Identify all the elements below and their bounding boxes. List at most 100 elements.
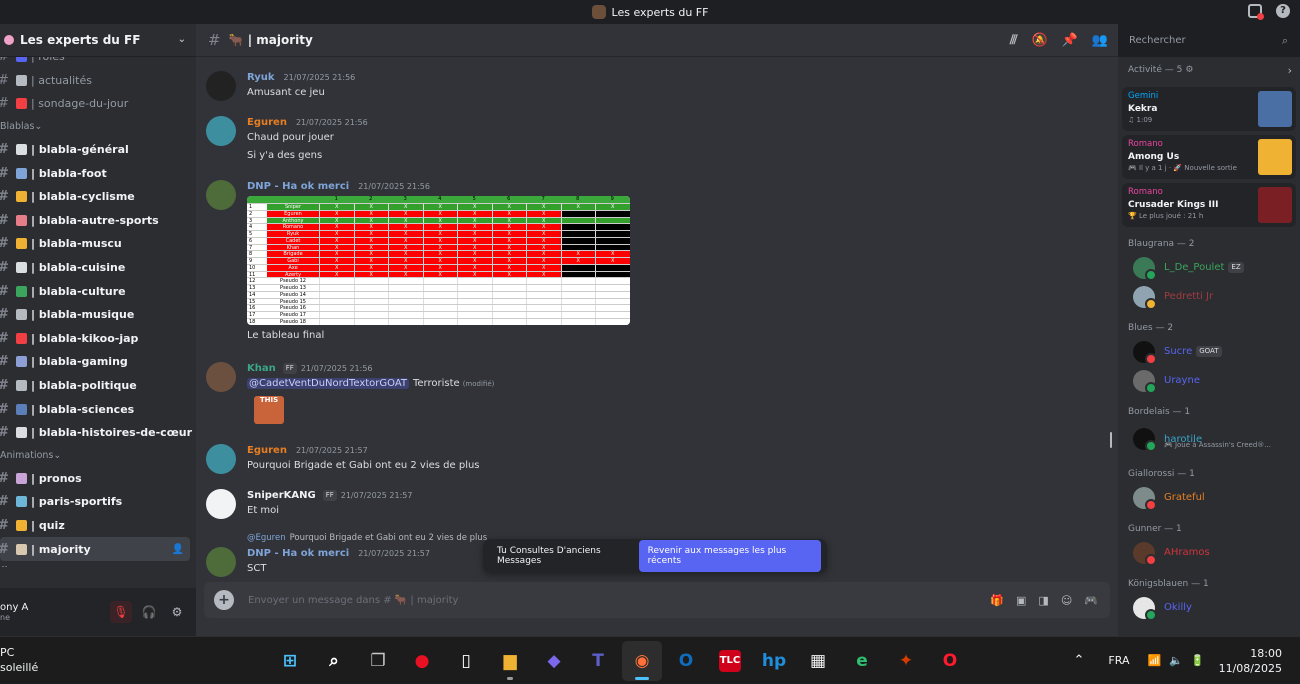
channel-item[interactable]: # | blabla-sciences (0, 397, 196, 421)
author-name[interactable]: Eguren (247, 445, 287, 456)
user-name[interactable]: ony A (0, 602, 28, 613)
search-icon[interactable]: ⌕ (314, 641, 354, 681)
channel-item[interactable]: # | sondage-du-jour (0, 92, 196, 116)
channel-item[interactable]: # | rôles (0, 57, 196, 69)
edge-icon[interactable]: e (842, 641, 882, 681)
gift-icon[interactable]: 🎁 (990, 594, 1004, 607)
reply-preview[interactable]: @Eguren Pourquoi Brigade et Gabi ont eu 2… (247, 533, 487, 543)
member-item[interactable]: harotile 🎮 Joue à Assassin's Creed®... (1118, 421, 1300, 457)
channel-item[interactable]: # | actualités (0, 69, 196, 93)
store-icon[interactable]: ▦ (798, 641, 838, 681)
mute-microphone-icon[interactable]: 🎙 (110, 601, 132, 623)
author-name[interactable]: DNP - Ha ok merci (247, 548, 349, 559)
language-indicator[interactable]: FRA (1108, 654, 1129, 667)
channel-item[interactable]: # | paris-sportifs (0, 490, 196, 514)
volume-icon[interactable]: 🔈 (1169, 654, 1183, 667)
start-icon[interactable]: ⊞ (270, 641, 310, 681)
notification-bell-icon[interactable]: 🔕 (1031, 33, 1047, 48)
emoji-icon[interactable]: ☺ (1061, 594, 1072, 607)
apps-icon[interactable]: 🎮 (1084, 594, 1098, 607)
channel-item[interactable]: # | blabla-muscu (0, 232, 196, 256)
firefox-icon[interactable]: ◉ (622, 641, 662, 681)
user-avatar[interactable] (206, 180, 236, 210)
activity-card[interactable]: Romano Among Us 🎮 Il y a 1 j · 🚀 Nouvelle … (1122, 135, 1296, 179)
user-avatar[interactable] (206, 547, 236, 577)
category-blablas[interactable]: Blablas ⌄ (0, 116, 196, 138)
sticker-icon[interactable]: ◨ (1038, 594, 1048, 607)
activity-card[interactable]: Romano Crusader Kings III 🏆 Le plus joué :… (1122, 183, 1296, 227)
jump-to-present-button[interactable]: Revenir aux messages les plus récents (638, 540, 821, 572)
chevron-right-icon[interactable]: › (1288, 64, 1292, 77)
channel-item[interactable]: # | blabla-cyclisme (0, 185, 196, 209)
chevron-up-icon[interactable]: ⌃ (1074, 653, 1085, 668)
battery-icon[interactable]: 🔋 (1191, 654, 1205, 667)
help-icon[interactable]: ? (1276, 4, 1290, 18)
upload-plus-icon[interactable]: + (214, 590, 234, 610)
author-name[interactable]: DNP - Ha ok merci (247, 181, 349, 192)
threads-icon[interactable]: ⫻ (1010, 33, 1018, 48)
message-composer[interactable]: + Envoyer un message dans # 🐂 | majority… (204, 582, 1110, 618)
chevron-down-icon[interactable]: ⌄ (178, 34, 186, 45)
channel-item[interactable]: # | blabla-histoires-de-cœur (0, 421, 196, 445)
channel-item[interactable]: # | majority 👤 (0, 537, 190, 561)
author-name[interactable]: Eguren (247, 117, 287, 128)
members-icon[interactable]: 👥 (1092, 33, 1108, 48)
user-avatar[interactable] (206, 362, 236, 392)
channel-item[interactable]: # | loups-garous (0, 561, 196, 567)
user-avatar[interactable] (206, 444, 236, 474)
channel-item[interactable]: # | quiz (0, 514, 196, 538)
channel-item[interactable]: # | blabla-foot (0, 161, 196, 185)
channel-item[interactable]: # | blabla-culture (0, 279, 196, 303)
member-item[interactable]: Okilly (1118, 593, 1300, 622)
channel-item[interactable]: # | pronos (0, 467, 196, 491)
record-icon[interactable]: ● (402, 641, 442, 681)
taskview-icon[interactable]: ❐ (358, 641, 398, 681)
member-item[interactable]: AHramos (1118, 538, 1300, 567)
channel-item[interactable]: # | blabla-autre-sports (0, 209, 196, 233)
server-header[interactable]: Les experts du FF ⌄ (0, 24, 196, 57)
gear-icon[interactable]: ⚙ (166, 601, 188, 623)
member-item[interactable]: L_De_Poulet EZ (1118, 253, 1300, 282)
channel-item[interactable]: # | blabla-cuisine (0, 256, 196, 280)
user-avatar[interactable] (206, 116, 236, 146)
inbox-icon[interactable] (1248, 4, 1264, 20)
author-name[interactable]: Khan (247, 363, 276, 374)
opera-icon[interactable]: O (930, 641, 970, 681)
gif-icon[interactable]: ▣ (1016, 594, 1026, 607)
channel-item[interactable]: # | blabla-politique (0, 374, 196, 398)
member-item[interactable]: Sucre GOAT (1118, 337, 1300, 366)
file-icon[interactable]: ▯ (446, 641, 486, 681)
member-item[interactable]: Grateful (1118, 483, 1300, 512)
invite-icon[interactable]: 👤 (172, 544, 184, 555)
composer-placeholder[interactable]: Envoyer un message dans # 🐂 | majority (248, 595, 458, 606)
pin-icon[interactable]: 📌 (1062, 33, 1078, 48)
m365-icon[interactable]: ◆ (534, 641, 574, 681)
user-avatar[interactable] (206, 71, 236, 101)
activity-card[interactable]: Gemini Kekra ♫ 1:09 (1122, 87, 1296, 131)
channel-item[interactable]: # | blabla-musique (0, 303, 196, 327)
channel-item[interactable]: # | blabla-général (0, 138, 196, 162)
member-item[interactable]: Urayne (1118, 366, 1300, 395)
user-mention[interactable]: @CadetVentDuNordTextorGOAT (247, 378, 409, 389)
wifi-icon[interactable]: 📶 (1147, 654, 1161, 667)
tlc-icon[interactable]: TLC (710, 641, 750, 681)
myhp-icon[interactable]: hp (754, 641, 794, 681)
clock[interactable]: 18:00 11/08/2025 (1219, 646, 1282, 676)
headphones-icon[interactable]: 🎧 (138, 601, 160, 623)
search-input[interactable]: Rechercher ⌕ (1122, 30, 1294, 52)
user-avatar[interactable] (206, 489, 236, 519)
explorer-icon[interactable]: ▆ (490, 641, 530, 681)
ccleaner-icon[interactable]: ✦ (886, 641, 926, 681)
outlook-icon[interactable]: O (666, 641, 706, 681)
scrollbar[interactable] (1110, 432, 1112, 448)
author-name[interactable]: Ryuk (247, 72, 275, 83)
sticker-image[interactable]: THIS (254, 396, 284, 424)
channel-item[interactable]: # | blabla-kikoo-jap (0, 327, 196, 351)
attached-table-image[interactable]: 1 2 3 4 5 6 7 8 9 1 Sniper X X X X X X X X X 2 Eguren X X X X X X X 3… (247, 196, 630, 325)
member-item[interactable]: Pedretti Jr (1118, 282, 1300, 311)
author-name[interactable]: SniperKANG (247, 490, 316, 501)
gear-icon[interactable]: ⚙ (1185, 65, 1193, 75)
teams-icon[interactable]: T (578, 641, 618, 681)
category-animations[interactable]: Animations ⌄ (0, 445, 196, 467)
channel-item[interactable]: # | blabla-gaming (0, 350, 196, 374)
